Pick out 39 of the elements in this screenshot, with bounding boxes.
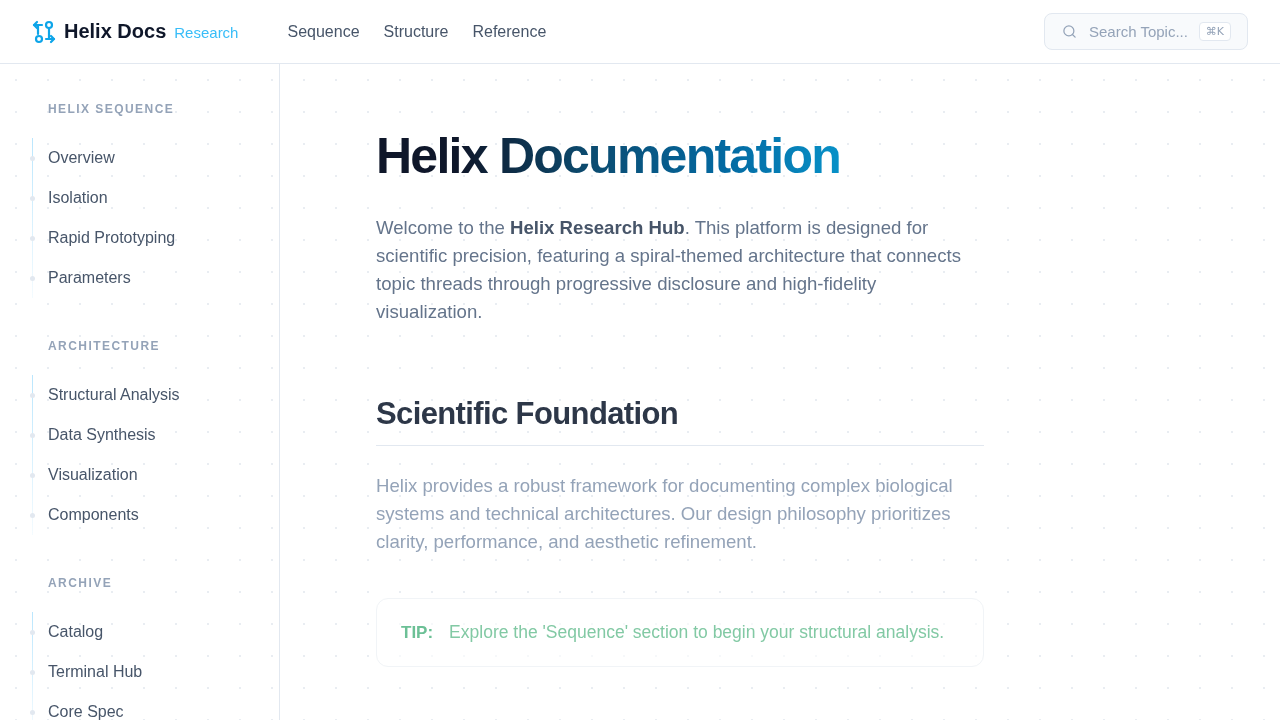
sidebar-link[interactable]: Terminal Hub <box>48 664 143 680</box>
section-label: ARCHIVE <box>48 575 113 591</box>
sidebar-link[interactable]: Overview <box>48 150 115 166</box>
shortcut-key: ⌘K <box>1198 22 1231 41</box>
sidebar-link[interactable]: Visualization <box>48 467 138 483</box>
search-input[interactable]: Search Topic... <box>1089 23 1187 40</box>
route-arrows-icon <box>32 19 56 44</box>
dot-icon <box>30 512 35 518</box>
section-label: HELIX SEQUENCE <box>48 101 175 117</box>
dot-icon <box>30 669 35 675</box>
section-heading: Scientific Foundation <box>376 396 679 432</box>
nav-link[interactable]: Sequence <box>287 22 360 41</box>
tip-label: TIP: <box>401 622 434 643</box>
dot-icon <box>30 392 35 398</box>
dot-icon <box>30 275 35 281</box>
dot-icon <box>30 195 35 201</box>
dot-icon <box>30 472 35 478</box>
nav-link[interactable]: Reference <box>472 22 547 41</box>
intro-paragraph: Welcome to the Helix Research Hub. This platform is designed for scientific precision, featuring a spiral-themed architecture that connects topic threads through progressive disclosure and high-fidelity visualization. <box>376 216 962 324</box>
dot-icon <box>30 155 35 161</box>
dot-icon <box>30 235 35 241</box>
brand-title: Helix Docs <box>64 20 167 43</box>
sidebar-link[interactable]: Isolation <box>48 190 108 206</box>
brand-tag: Research <box>174 24 239 41</box>
sidebar-link[interactable]: Components <box>48 507 139 523</box>
section-label: ARCHITECTURE <box>48 338 160 354</box>
sidebar-link[interactable]: Parameters <box>48 270 131 286</box>
dot-icon <box>30 432 35 438</box>
sidebar-link[interactable]: Structural Analysis <box>48 387 180 403</box>
search-icon <box>1062 24 1077 39</box>
sidebar-link[interactable]: Catalog <box>48 624 104 640</box>
nav-link[interactable]: Structure <box>383 22 449 41</box>
sidebar-link[interactable]: Rapid Prototyping <box>48 230 176 246</box>
sidebar-link[interactable]: Core Spec <box>48 704 124 720</box>
dot-icon <box>30 629 35 635</box>
section-paragraph: Helix provides a robust framework for documenting complex biological systems and technical architectures. Our design philosophy prioritizes clarity, performance, and aesthetic refinement. <box>376 474 954 554</box>
dot-icon <box>30 709 35 715</box>
sidebar-link[interactable]: Data Synthesis <box>48 427 156 443</box>
tip-text: Explore the 'Sequence' section to begin your structural analysis. <box>449 622 945 643</box>
